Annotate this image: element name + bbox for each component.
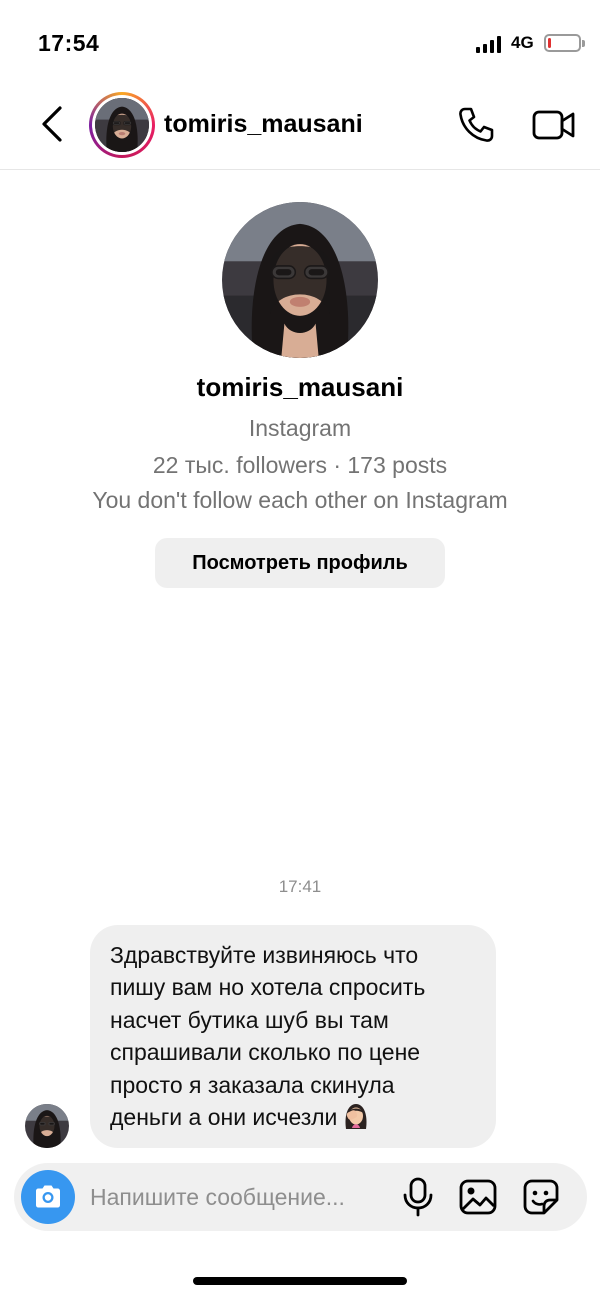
profile-photo-icon bbox=[25, 1104, 69, 1148]
message-line-text: деньги а они исчезли bbox=[110, 1104, 338, 1131]
message-line: спрашивали сколько по цене bbox=[110, 1039, 421, 1066]
sender-avatar[interactable] bbox=[25, 1104, 69, 1148]
message-line: насчет бутика шуб вы там bbox=[110, 1006, 389, 1033]
back-button[interactable] bbox=[34, 104, 70, 144]
profile-relation: You don't follow each other on Instagram bbox=[92, 487, 508, 513]
message-input[interactable] bbox=[90, 1180, 390, 1214]
profile-photo-icon bbox=[222, 202, 378, 358]
status-bar: 17:54 4G bbox=[0, 0, 600, 80]
view-profile-button[interactable]: Посмотреть профиль bbox=[155, 538, 445, 588]
voice-message-button[interactable] bbox=[400, 1177, 436, 1217]
profile-photo-icon bbox=[95, 98, 149, 152]
signal-strength-icon bbox=[476, 35, 502, 53]
woman-facepalming-emoji bbox=[345, 1104, 367, 1130]
battery-icon bbox=[544, 34, 585, 52]
chevron-left-icon bbox=[42, 106, 62, 142]
message-line: пишу вам но хотела спросить bbox=[110, 974, 426, 1001]
camera-button[interactable] bbox=[21, 1170, 75, 1224]
camera-icon bbox=[36, 1185, 60, 1208]
sticker-button[interactable] bbox=[521, 1178, 561, 1216]
chat-header: tomiris_mausani bbox=[0, 80, 600, 170]
battery-level bbox=[548, 38, 551, 48]
network-type: 4G bbox=[511, 33, 534, 52]
profile-stats: 22 тыс. followers · 173 posts bbox=[152, 452, 448, 478]
gallery-button[interactable] bbox=[458, 1178, 498, 1216]
message-line-last: деньги а они исчезли bbox=[110, 1101, 476, 1133]
header-avatar[interactable] bbox=[89, 92, 155, 158]
video-camera-icon bbox=[532, 110, 575, 140]
message-bubble[interactable]: Здравствуйте извиняюсь что пишу вам но х… bbox=[90, 925, 496, 1148]
profile-source: Instagram bbox=[248, 415, 352, 441]
image-icon bbox=[459, 1179, 497, 1215]
avatar bbox=[95, 98, 149, 152]
sticker-icon bbox=[523, 1179, 559, 1215]
voice-call-button[interactable] bbox=[456, 105, 496, 145]
header-username[interactable]: tomiris_mausani bbox=[164, 110, 363, 139]
message-composer bbox=[14, 1163, 587, 1231]
message-line: Здравствуйте извиняюсь что bbox=[110, 942, 419, 968]
profile-avatar[interactable] bbox=[222, 202, 378, 358]
profile-name: tomiris_mausani bbox=[196, 372, 404, 402]
message-line: просто я заказала скинула bbox=[110, 1071, 395, 1098]
status-time: 17:54 bbox=[38, 30, 100, 56]
video-call-button[interactable] bbox=[532, 107, 576, 143]
message-timestamp: 17:41 bbox=[278, 877, 322, 896]
phone-icon bbox=[459, 107, 494, 142]
microphone-icon bbox=[403, 1177, 433, 1217]
home-indicator[interactable] bbox=[193, 1277, 407, 1285]
